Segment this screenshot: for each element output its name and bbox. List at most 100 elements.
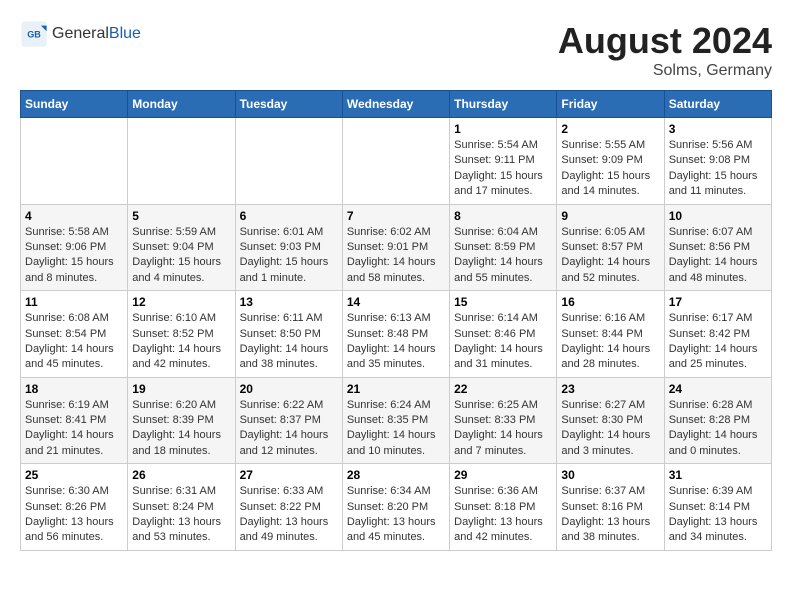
calendar-cell: 24 Sunrise: 6:28 AM Sunset: 8:28 PM Dayli…	[664, 377, 771, 464]
day-info: Sunrise: 6:08 AM Sunset: 8:54 PM Dayligh…	[25, 311, 123, 373]
day-info: Sunrise: 6:14 AM Sunset: 8:46 PM Dayligh…	[454, 311, 552, 373]
calendar-cell: 2 Sunrise: 5:55 AM Sunset: 9:09 PM Daylig…	[557, 118, 664, 205]
calendar-table: SundayMondayTuesdayWednesdayThursdayFrid…	[20, 90, 772, 551]
svg-text:GB: GB	[27, 30, 41, 40]
calendar-cell	[235, 118, 342, 205]
day-number: 4	[25, 209, 123, 223]
day-number: 6	[240, 209, 338, 223]
day-info: Sunrise: 6:19 AM Sunset: 8:41 PM Dayligh…	[25, 398, 123, 460]
page-header: GB GeneralBlue August 2024 Solms, German…	[20, 20, 772, 80]
day-info: Sunrise: 5:54 AM Sunset: 9:11 PM Dayligh…	[454, 138, 552, 200]
day-info: Sunrise: 6:20 AM Sunset: 8:39 PM Dayligh…	[132, 398, 230, 460]
weekday-header-row: SundayMondayTuesdayWednesdayThursdayFrid…	[21, 91, 772, 118]
day-number: 13	[240, 295, 338, 309]
logo-icon: GB	[20, 20, 48, 48]
calendar-cell: 18 Sunrise: 6:19 AM Sunset: 8:41 PM Dayli…	[21, 377, 128, 464]
logo-text: GeneralBlue	[52, 25, 141, 43]
day-info: Sunrise: 6:11 AM Sunset: 8:50 PM Dayligh…	[240, 311, 338, 373]
day-info: Sunrise: 5:56 AM Sunset: 9:08 PM Dayligh…	[669, 138, 767, 200]
weekday-header-monday: Monday	[128, 91, 235, 118]
calendar-cell: 6 Sunrise: 6:01 AM Sunset: 9:03 PM Daylig…	[235, 204, 342, 291]
calendar-cell: 26 Sunrise: 6:31 AM Sunset: 8:24 PM Dayli…	[128, 464, 235, 551]
calendar-cell: 8 Sunrise: 6:04 AM Sunset: 8:59 PM Daylig…	[450, 204, 557, 291]
logo: GB GeneralBlue	[20, 20, 141, 48]
calendar-cell: 20 Sunrise: 6:22 AM Sunset: 8:37 PM Dayli…	[235, 377, 342, 464]
day-info: Sunrise: 6:17 AM Sunset: 8:42 PM Dayligh…	[669, 311, 767, 373]
day-info: Sunrise: 6:24 AM Sunset: 8:35 PM Dayligh…	[347, 398, 445, 460]
calendar-cell: 9 Sunrise: 6:05 AM Sunset: 8:57 PM Daylig…	[557, 204, 664, 291]
calendar-cell: 10 Sunrise: 6:07 AM Sunset: 8:56 PM Dayli…	[664, 204, 771, 291]
weekday-header-saturday: Saturday	[664, 91, 771, 118]
calendar-cell: 19 Sunrise: 6:20 AM Sunset: 8:39 PM Dayli…	[128, 377, 235, 464]
calendar-cell: 15 Sunrise: 6:14 AM Sunset: 8:46 PM Dayli…	[450, 291, 557, 378]
calendar-cell: 22 Sunrise: 6:25 AM Sunset: 8:33 PM Dayli…	[450, 377, 557, 464]
calendar-cell	[128, 118, 235, 205]
calendar-cell: 16Sunrise: 6:16 AM Sunset: 8:44 PM Dayli…	[557, 291, 664, 378]
day-info: Sunrise: 6:04 AM Sunset: 8:59 PM Dayligh…	[454, 225, 552, 287]
day-number: 2	[561, 122, 659, 136]
weekday-header-wednesday: Wednesday	[342, 91, 449, 118]
day-number: 25	[25, 468, 123, 482]
day-info: Sunrise: 6:01 AM Sunset: 9:03 PM Dayligh…	[240, 225, 338, 287]
day-info: Sunrise: 6:28 AM Sunset: 8:28 PM Dayligh…	[669, 398, 767, 460]
day-number: 11	[25, 295, 123, 309]
day-info: Sunrise: 6:39 AM Sunset: 8:14 PM Dayligh…	[669, 484, 767, 546]
day-number: 10	[669, 209, 767, 223]
day-number: 18	[25, 382, 123, 396]
day-number: 5	[132, 209, 230, 223]
calendar-week-row: 4Sunrise: 5:58 AM Sunset: 9:06 PM Daylig…	[21, 204, 772, 291]
calendar-cell: 23Sunrise: 6:27 AM Sunset: 8:30 PM Dayli…	[557, 377, 664, 464]
day-info: Sunrise: 6:36 AM Sunset: 8:18 PM Dayligh…	[454, 484, 552, 546]
calendar-cell: 5 Sunrise: 5:59 AM Sunset: 9:04 PM Daylig…	[128, 204, 235, 291]
day-info: Sunrise: 6:31 AM Sunset: 8:24 PM Dayligh…	[132, 484, 230, 546]
day-number: 19	[132, 382, 230, 396]
day-number: 1	[454, 122, 552, 136]
day-number: 20	[240, 382, 338, 396]
day-number: 14	[347, 295, 445, 309]
weekday-header-friday: Friday	[557, 91, 664, 118]
day-number: 8	[454, 209, 552, 223]
calendar-cell: 13 Sunrise: 6:11 AM Sunset: 8:50 PM Dayli…	[235, 291, 342, 378]
day-number: 30	[561, 468, 659, 482]
day-number: 7	[347, 209, 445, 223]
day-info: Sunrise: 5:55 AM Sunset: 9:09 PM Dayligh…	[561, 138, 659, 200]
day-info: Sunrise: 6:25 AM Sunset: 8:33 PM Dayligh…	[454, 398, 552, 460]
calendar-week-row: 11 Sunrise: 6:08 AM Sunset: 8:54 PM Dayli…	[21, 291, 772, 378]
calendar-cell: 30 Sunrise: 6:37 AM Sunset: 8:16 PM Dayli…	[557, 464, 664, 551]
weekday-header-tuesday: Tuesday	[235, 91, 342, 118]
day-info: Sunrise: 6:05 AM Sunset: 8:57 PM Dayligh…	[561, 225, 659, 287]
logo-general: General	[52, 25, 109, 42]
day-info: Sunrise: 6:22 AM Sunset: 8:37 PM Dayligh…	[240, 398, 338, 460]
calendar-cell: 25Sunrise: 6:30 AM Sunset: 8:26 PM Dayli…	[21, 464, 128, 551]
calendar-cell: 1 Sunrise: 5:54 AM Sunset: 9:11 PM Daylig…	[450, 118, 557, 205]
day-info: Sunrise: 6:33 AM Sunset: 8:22 PM Dayligh…	[240, 484, 338, 546]
day-number: 23	[561, 382, 659, 396]
day-info: Sunrise: 6:10 AM Sunset: 8:52 PM Dayligh…	[132, 311, 230, 373]
calendar-cell	[342, 118, 449, 205]
weekday-header-thursday: Thursday	[450, 91, 557, 118]
day-number: 17	[669, 295, 767, 309]
calendar-week-row: 1 Sunrise: 5:54 AM Sunset: 9:11 PM Daylig…	[21, 118, 772, 205]
day-info: Sunrise: 6:07 AM Sunset: 8:56 PM Dayligh…	[669, 225, 767, 287]
day-number: 26	[132, 468, 230, 482]
calendar-cell: 11 Sunrise: 6:08 AM Sunset: 8:54 PM Dayli…	[21, 291, 128, 378]
day-info: Sunrise: 6:37 AM Sunset: 8:16 PM Dayligh…	[561, 484, 659, 546]
calendar-cell	[21, 118, 128, 205]
day-number: 15	[454, 295, 552, 309]
day-number: 12	[132, 295, 230, 309]
calendar-cell: 3Sunrise: 5:56 AM Sunset: 9:08 PM Daylig…	[664, 118, 771, 205]
day-number: 24	[669, 382, 767, 396]
day-number: 22	[454, 382, 552, 396]
day-info: Sunrise: 6:02 AM Sunset: 9:01 PM Dayligh…	[347, 225, 445, 287]
calendar-cell: 28Sunrise: 6:34 AM Sunset: 8:20 PM Dayli…	[342, 464, 449, 551]
day-number: 29	[454, 468, 552, 482]
logo-blue: Blue	[109, 25, 141, 42]
day-info: Sunrise: 5:59 AM Sunset: 9:04 PM Dayligh…	[132, 225, 230, 287]
calendar-week-row: 25Sunrise: 6:30 AM Sunset: 8:26 PM Dayli…	[21, 464, 772, 551]
day-number: 28	[347, 468, 445, 482]
location: Solms, Germany	[558, 62, 772, 80]
calendar-cell: 12 Sunrise: 6:10 AM Sunset: 8:52 PM Dayli…	[128, 291, 235, 378]
day-number: 9	[561, 209, 659, 223]
calendar-cell: 7 Sunrise: 6:02 AM Sunset: 9:01 PM Daylig…	[342, 204, 449, 291]
calendar-cell: 17 Sunrise: 6:17 AM Sunset: 8:42 PM Dayli…	[664, 291, 771, 378]
